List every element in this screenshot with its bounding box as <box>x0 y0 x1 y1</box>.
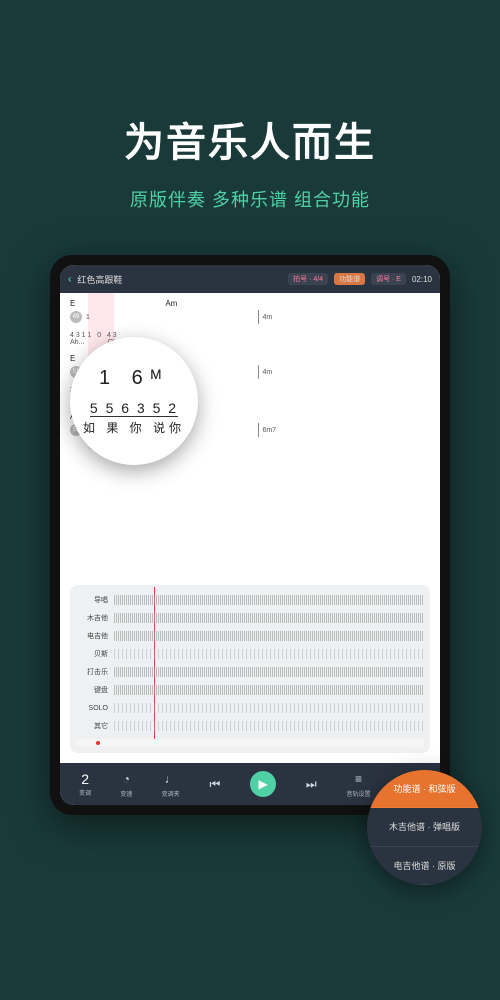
bar-number: 49 <box>70 311 82 323</box>
prev-button[interactable]: ⏮ <box>206 775 224 793</box>
key-badge[interactable]: 调号 · E <box>371 273 406 285</box>
tempo-control[interactable]: ◔ 变速 <box>117 770 135 798</box>
notation-cell: 4m <box>263 314 431 321</box>
timeline-position-icon[interactable] <box>96 741 100 745</box>
notation-cell: 4m <box>263 369 431 376</box>
track-row[interactable]: 键盘 <box>76 681 424 699</box>
magnifier-notes: 1 6ᴹ <box>99 367 169 390</box>
skip-back-icon: ⏮ <box>206 775 224 793</box>
timeline-scrubber[interactable] <box>76 739 424 747</box>
track-row[interactable]: 其它 <box>76 717 424 735</box>
sheet-type-badge[interactable]: 功能谱 <box>334 273 365 285</box>
track-panel: 导唱 木吉他 电吉他 贝斯 打击乐 键盘 SOLO 其它 <box>70 585 430 753</box>
chord-label: Am <box>165 299 177 308</box>
sliders-icon: ≡ <box>350 770 368 788</box>
magnifier-notes: 5 5 6 3 5 2 <box>90 400 178 417</box>
sheet-popup-menu: 功能谱 · 和弦版 木吉他谱 · 弹唱版 电吉他谱 · 原版 <box>367 770 482 885</box>
transpose-control[interactable]: 2 变调 <box>79 771 91 797</box>
play-button[interactable]: ▶ <box>250 771 276 797</box>
track-row[interactable]: 打击乐 <box>76 663 424 681</box>
track-row[interactable]: 导唱 <box>76 591 424 609</box>
popup-option[interactable]: 电吉他谱 · 原版 <box>367 847 482 885</box>
time-signature-badge[interactable]: 拍号 · 4/4 <box>288 273 328 285</box>
track-row[interactable]: 电吉他 <box>76 627 424 645</box>
popup-option[interactable]: 木吉他谱 · 弹唱版 <box>367 808 482 846</box>
capo-control[interactable]: ♩ 变调夹 <box>162 770 180 798</box>
next-button[interactable]: ⏭ <box>302 775 320 793</box>
chord-label: E <box>70 299 75 308</box>
magnifier-lyrics: 如 果 你 说你 <box>83 419 185 436</box>
back-button[interactable]: ‹ <box>68 274 71 285</box>
time-display: 02:10 <box>412 275 432 284</box>
tablet-frame: ‹ 红色高跟鞋 拍号 · 4/4 功能谱 调号 · E 02:10 E Am 4… <box>50 255 450 815</box>
speedometer-icon: ◔ <box>117 770 135 788</box>
play-icon: ▶ <box>258 777 267 791</box>
track-row[interactable]: SOLO <box>76 699 424 717</box>
track-row[interactable]: 木吉他 <box>76 609 424 627</box>
app-screen: ‹ 红色高跟鞋 拍号 · 4/4 功能谱 调号 · E 02:10 E Am 4… <box>60 265 440 805</box>
magnifier-zoom: 1 6ᴹ 5 5 6 3 5 2 如 果 你 说你 <box>70 337 198 465</box>
hero-title: 为音乐人而生 <box>0 110 500 168</box>
hero-subtitle: 原版伴奏 多种乐谱 组合功能 <box>0 186 500 212</box>
track-row[interactable]: 贝斯 <box>76 645 424 663</box>
notation-cell: 6m7 <box>263 427 431 434</box>
mixer-button[interactable]: ≡ 音轨设置 <box>347 770 371 798</box>
skip-forward-icon: ⏭ <box>302 775 320 793</box>
capo-icon: ♩ <box>162 770 180 788</box>
chord-label: E <box>70 354 75 363</box>
song-title: 红色高跟鞋 <box>77 273 122 286</box>
track-playhead[interactable] <box>154 587 155 739</box>
topbar: ‹ 红色高跟鞋 拍号 · 4/4 功能谱 调号 · E 02:10 <box>60 265 440 293</box>
